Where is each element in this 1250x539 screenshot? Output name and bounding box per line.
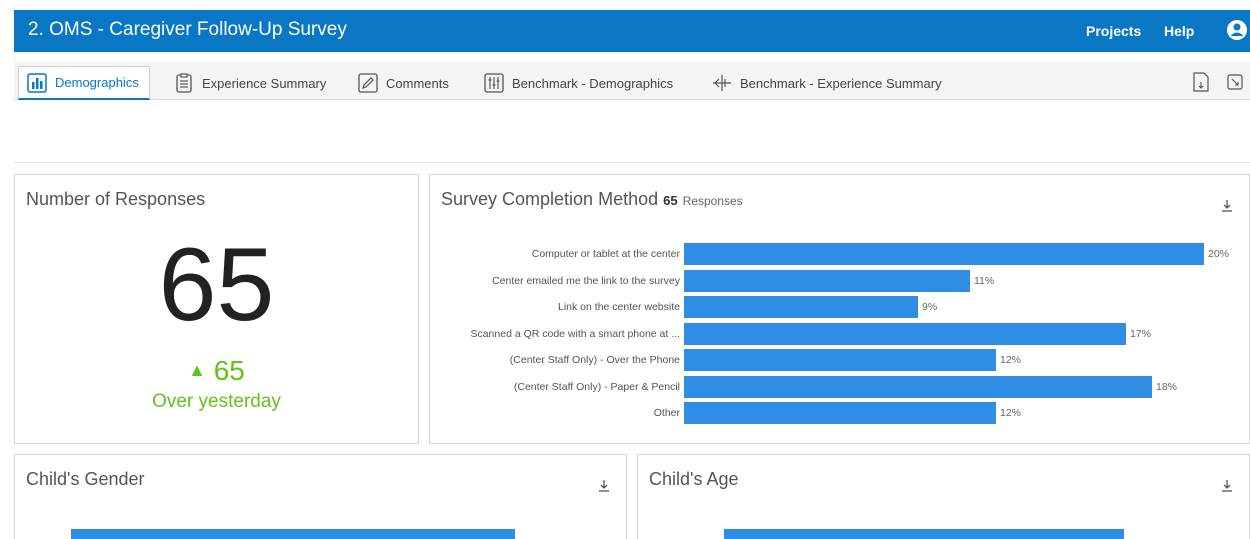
response-total-suffix: Responses xyxy=(682,194,743,208)
top-header: 2. OMS - Caregiver Follow-Up Survey Proj… xyxy=(14,10,1250,52)
help-link[interactable]: Help xyxy=(1164,23,1194,39)
tab-label: Comments xyxy=(386,75,449,91)
tab-comments[interactable]: Comments xyxy=(358,66,449,100)
bar[interactable] xyxy=(684,402,996,424)
category-label: Other xyxy=(653,407,680,419)
responses-panel: Number of Responses 65 ▲ 65 Over yesterd… xyxy=(14,174,419,444)
tab-demographics[interactable]: Demographics xyxy=(18,66,150,100)
age-bar xyxy=(724,529,1124,539)
delta-label: Over yesterday xyxy=(152,391,281,412)
bar-chart-icon xyxy=(27,72,47,93)
page-title: 2. OMS - Caregiver Follow-Up Survey xyxy=(28,19,347,40)
bar[interactable] xyxy=(684,269,970,292)
download-icon[interactable] xyxy=(1221,199,1233,213)
download-icon[interactable] xyxy=(598,479,610,493)
up-arrow-icon: ▲ xyxy=(188,360,206,380)
panel-title-text: Survey Completion Method xyxy=(441,189,659,209)
clipboard-icon xyxy=(176,73,192,93)
bar[interactable] xyxy=(684,322,1126,345)
bar[interactable] xyxy=(684,243,1204,265)
bar-value-label: 20% xyxy=(1208,248,1230,260)
sliders-icon xyxy=(484,73,504,93)
bar-value-label: 9% xyxy=(922,301,938,313)
user-account-icon[interactable] xyxy=(1226,19,1248,41)
category-label: (Center Staff Only) - Over the Phone xyxy=(509,354,680,366)
age-panel: Child's Age xyxy=(637,454,1250,539)
completion-method-panel: Survey Completion Method 65 Responses Co… xyxy=(429,174,1250,444)
panel-title: Number of Responses xyxy=(26,189,206,209)
category-label: Computer or tablet at the center xyxy=(531,248,680,260)
tab-label: Demographics xyxy=(55,75,139,90)
bar[interactable] xyxy=(684,375,1152,398)
category-label: Scanned a QR code with a smart phone at … xyxy=(470,327,680,340)
tab-label: Benchmark - Experience Summary xyxy=(740,75,942,91)
bar-value-label: 12% xyxy=(1000,407,1022,419)
tab-label: Benchmark - Demographics xyxy=(512,75,674,91)
bar-value-label: 12% xyxy=(1000,354,1022,366)
response-count: 65 xyxy=(158,227,275,343)
bar[interactable] xyxy=(684,296,918,318)
tab-benchmark-experience-summary[interactable]: Benchmark - Experience Summary xyxy=(712,66,942,100)
delta-value: 65 xyxy=(213,355,245,386)
gender-bar xyxy=(71,529,515,539)
section-divider xyxy=(14,162,1250,163)
panel-title: Child's Gender xyxy=(26,469,145,489)
bar-value-label: 18% xyxy=(1156,380,1178,393)
dashboard-tabs: Demographics Experience Summary Comments… xyxy=(14,62,1250,100)
fullscreen-icon[interactable] xyxy=(1226,72,1244,92)
download-icon[interactable] xyxy=(1221,479,1233,493)
bar[interactable] xyxy=(684,349,996,371)
pencil-icon xyxy=(358,73,378,93)
projects-link[interactable]: Projects xyxy=(1086,23,1141,39)
category-label: (Center Staff Only) - Paper & Pencil xyxy=(513,380,680,393)
category-label: Center emailed me the link to the survey xyxy=(492,274,680,287)
response-total: 65 xyxy=(663,193,678,208)
panel-title: Child's Age xyxy=(649,469,739,489)
benchmark-icon xyxy=(713,75,731,91)
panel-title: Survey Completion Method 65 Responses xyxy=(441,189,743,210)
gender-panel: Child's Gender xyxy=(14,454,627,539)
category-label: Link on the center website xyxy=(558,301,680,313)
bar-value-label: 17% xyxy=(1130,327,1152,340)
export-page-icon[interactable] xyxy=(1192,72,1210,92)
tab-label: Experience Summary xyxy=(202,75,327,91)
tab-benchmark-demographics[interactable]: Benchmark - Demographics xyxy=(484,66,673,100)
tab-experience-summary[interactable]: Experience Summary xyxy=(174,66,326,100)
bar-value-label: 11% xyxy=(974,274,995,287)
response-delta: ▲ 65 xyxy=(15,357,418,385)
